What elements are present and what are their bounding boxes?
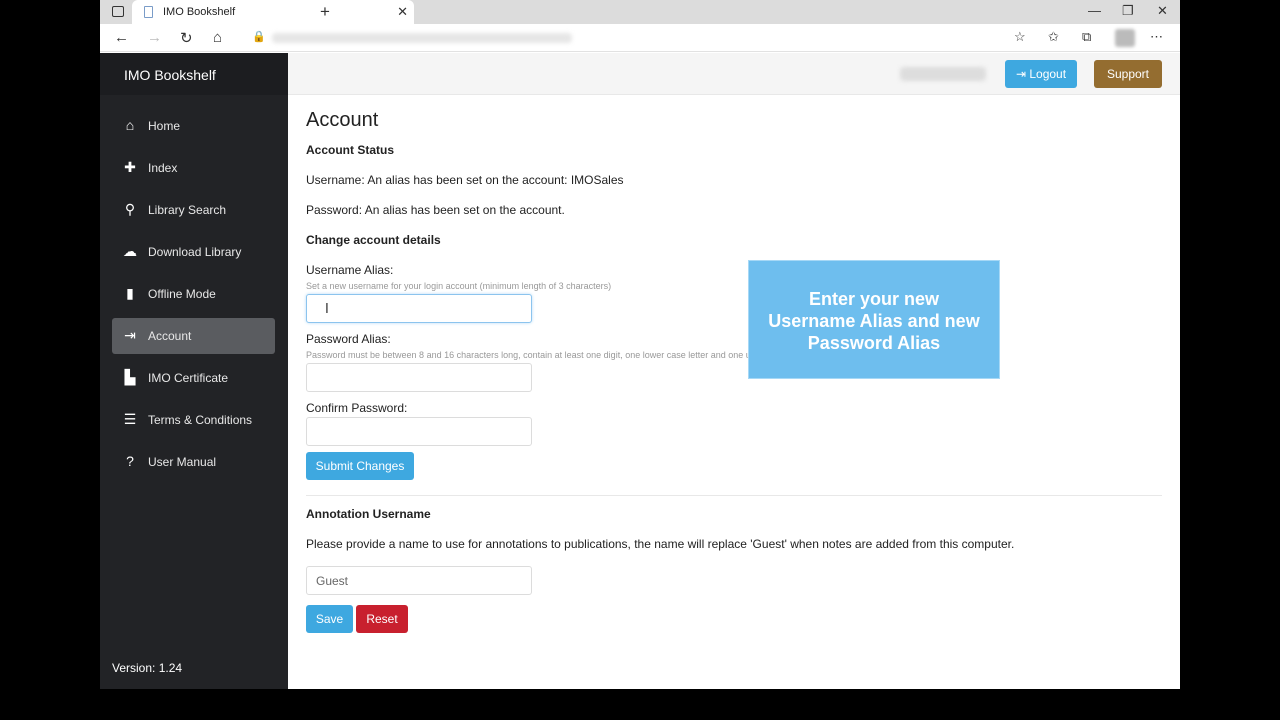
restore-icon[interactable]: ❐ xyxy=(1122,3,1134,19)
book-icon: ▙ xyxy=(124,369,136,385)
minimize-icon[interactable]: — xyxy=(1088,3,1101,18)
browser-tab[interactable]: IMO Bookshelf ✕ xyxy=(132,0,414,24)
sidebar-item-download-library[interactable]: ☁ Download Library xyxy=(112,234,275,270)
brand-title[interactable]: IMO Bookshelf xyxy=(100,53,288,95)
favorites-icon[interactable]: ✩ xyxy=(1048,29,1059,45)
sign-in-icon: ⇥ xyxy=(124,327,136,343)
tab-strip: IMO Bookshelf ✕ + — ❐ ✕ xyxy=(100,0,1180,24)
main-content: ⇥ Logout Support Account Account Status … xyxy=(288,53,1180,689)
username-alias-label: Username Alias: xyxy=(306,263,394,277)
sidebar-item-library-search[interactable]: ⚲ Library Search xyxy=(112,192,275,228)
tab-actions-icon[interactable] xyxy=(112,6,124,17)
new-tab-icon[interactable]: + xyxy=(320,2,330,22)
address-text-blurred xyxy=(272,33,572,43)
sidebar-item-label: Offline Mode xyxy=(148,287,216,301)
reload-icon[interactable]: ↻ xyxy=(180,29,193,47)
user-info-blurred xyxy=(900,67,986,81)
username-alias-hint: Set a new username for your login accoun… xyxy=(306,281,612,291)
version-label: Version: 1.24 xyxy=(112,661,183,675)
tab-title: IMO Bookshelf xyxy=(163,6,236,18)
sidebar-item-offline-mode[interactable]: ▮ Offline Mode xyxy=(112,276,275,312)
annotation-username-input[interactable]: Guest xyxy=(306,566,532,595)
sidebar-item-label: Account xyxy=(148,329,192,343)
annotation-heading: Annotation Username xyxy=(306,507,431,521)
save-button[interactable]: Save xyxy=(306,605,353,633)
change-details-heading: Change account details xyxy=(306,233,441,247)
sidebar: IMO Bookshelf ⌂ Home ✚ Index ⚲ Library S… xyxy=(100,53,288,689)
account-status-heading: Account Status xyxy=(306,143,395,157)
sidebar-item-terms-conditions[interactable]: ☰ Terms & Conditions xyxy=(112,402,275,438)
logout-button[interactable]: ⇥ Logout xyxy=(1005,60,1077,88)
page-favicon-icon xyxy=(144,6,153,18)
tab-close-icon[interactable]: ✕ xyxy=(397,4,408,20)
sidebar-item-user-manual[interactable]: ? User Manual xyxy=(112,444,275,480)
sidebar-item-label: Home xyxy=(148,119,181,133)
more-icon[interactable]: ⋯ xyxy=(1150,29,1163,45)
password-alias-input[interactable] xyxy=(306,363,532,392)
list-icon: ☰ xyxy=(123,411,137,427)
sidebar-item-label: Download Library xyxy=(148,245,242,259)
plus-icon: ✚ xyxy=(124,159,136,175)
forward-icon[interactable]: → xyxy=(147,29,162,46)
question-icon: ? xyxy=(126,453,134,469)
home-icon: ⌂ xyxy=(125,117,135,133)
signal-icon: ▮ xyxy=(126,285,134,301)
sidebar-item-index[interactable]: ✚ Index xyxy=(112,150,275,186)
sidebar-item-imo-certificate[interactable]: ▙ IMO Certificate xyxy=(112,360,275,396)
sidebar-item-account[interactable]: ⇥ Account xyxy=(112,318,275,354)
sidebar-item-label: IMO Certificate xyxy=(148,371,229,385)
password-alias-label: Password Alias: xyxy=(306,332,391,346)
section-divider xyxy=(306,495,1162,496)
sidebar-item-label: Terms & Conditions xyxy=(148,413,253,427)
submit-changes-button[interactable]: Submit Changes xyxy=(306,452,414,480)
sidebar-item-label: Index xyxy=(148,161,178,175)
app-page: IMO Bookshelf ⌂ Home ✚ Index ⚲ Library S… xyxy=(100,53,1180,689)
window-close-icon[interactable]: ✕ xyxy=(1157,3,1168,19)
text-cursor-icon: I xyxy=(325,302,329,317)
confirm-password-input[interactable] xyxy=(306,417,532,446)
sidebar-item-label: Library Search xyxy=(148,203,227,217)
cloud-download-icon: ☁ xyxy=(123,243,137,259)
page-title: Account xyxy=(306,109,379,131)
sidebar-item-label: User Manual xyxy=(148,455,217,469)
username-status-text: Username: An alias has been set on the a… xyxy=(306,173,624,187)
confirm-password-label: Confirm Password: xyxy=(306,401,408,415)
username-alias-input[interactable]: I xyxy=(306,294,532,323)
browser-window: IMO Bookshelf ✕ + — ❐ ✕ ← → ↻ ⌂ 🔒 ☆ ✩ ⧉ … xyxy=(100,0,1180,689)
home-browser-icon[interactable]: ⌂ xyxy=(213,29,222,46)
support-button[interactable]: Support xyxy=(1094,60,1162,88)
lock-icon: 🔒 xyxy=(252,31,266,43)
browser-toolbar: ← → ↻ ⌂ 🔒 ☆ ✩ ⧉ ⋯ xyxy=(100,24,1180,52)
back-icon[interactable]: ← xyxy=(114,29,129,46)
add-favorite-icon[interactable]: ☆ xyxy=(1014,29,1026,45)
password-status-text: Password: An alias has been set on the a… xyxy=(306,203,565,217)
sidebar-item-home[interactable]: ⌂ Home xyxy=(112,108,275,144)
annotation-description: Please provide a name to use for annotat… xyxy=(306,537,1015,551)
collections-icon[interactable]: ⧉ xyxy=(1082,29,1091,45)
instruction-callout: Enter your new Username Alias and new Pa… xyxy=(748,260,1000,379)
top-bar: ⇥ Logout Support xyxy=(288,53,1180,95)
address-bar[interactable]: 🔒 xyxy=(248,28,988,48)
password-alias-hint: Password must be between 8 and 16 charac… xyxy=(306,350,815,360)
reset-button[interactable]: Reset xyxy=(356,605,408,633)
search-icon: ⚲ xyxy=(124,201,136,217)
profile-avatar[interactable] xyxy=(1115,29,1135,47)
